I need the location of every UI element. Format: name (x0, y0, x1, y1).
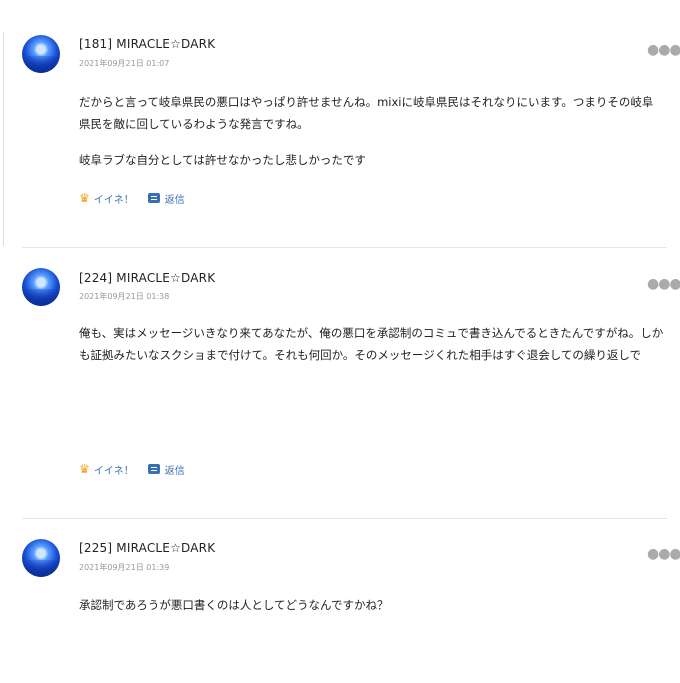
comment-author[interactable]: [225] MIRACLE☆DARK (79, 541, 215, 555)
comment-paragraph: 岐阜ラブな自分としては許せなかったし悲しかったです (79, 153, 366, 167)
comment-timestamp: 2021年09月21日 01:38 (79, 292, 170, 301)
reply-button[interactable]: 返信 (147, 191, 185, 206)
reply-label: 返信 (164, 194, 185, 206)
comment-author[interactable]: [181] MIRACLE☆DARK (79, 37, 215, 51)
comment-divider (22, 518, 667, 519)
like-icon: ♛ (79, 462, 90, 476)
comment-paragraph: 俺も、実はメッセージいきなり来てあなたが、俺の悪口を承認制のコミュで書き込んでる… (79, 326, 664, 362)
comment-actions: ♛ イイネ！ 返信 (79, 190, 199, 206)
like-label: イイネ！ (93, 194, 134, 206)
reply-button[interactable]: 返信 (147, 462, 185, 477)
comment-author[interactable]: [224] MIRACLE☆DARK (79, 271, 215, 285)
reply-icon (147, 464, 160, 474)
thread-left-rule (3, 32, 4, 246)
avatar[interactable] (22, 539, 60, 577)
avatar[interactable] (22, 268, 60, 306)
reply-label: 返信 (164, 465, 185, 477)
like-label: イイネ！ (93, 465, 134, 477)
more-dots-icon[interactable]: ●●● (647, 43, 680, 57)
comment-actions: ♛ イイネ！ 返信 (79, 461, 199, 477)
like-button[interactable]: ♛ イイネ！ (79, 462, 134, 477)
comment-timestamp: 2021年09月21日 01:07 (79, 59, 170, 68)
comment-paragraph: だからと言って岐阜県民の悪口はやっぱり許せませんね。mixiに岐阜県民はそれなり… (79, 95, 654, 131)
like-icon: ♛ (79, 191, 90, 205)
like-button[interactable]: ♛ イイネ！ (79, 191, 134, 206)
more-dots-icon[interactable]: ●●● (647, 277, 680, 291)
more-dots-icon[interactable]: ●●● (647, 547, 680, 561)
comment-divider (22, 247, 667, 248)
reply-icon (147, 193, 160, 203)
comment-timestamp: 2021年09月21日 01:39 (79, 563, 170, 572)
avatar[interactable] (22, 35, 60, 73)
comment-paragraph: 承認制であろうが悪口書くのは人としてどうなんですかね？ (79, 598, 389, 612)
